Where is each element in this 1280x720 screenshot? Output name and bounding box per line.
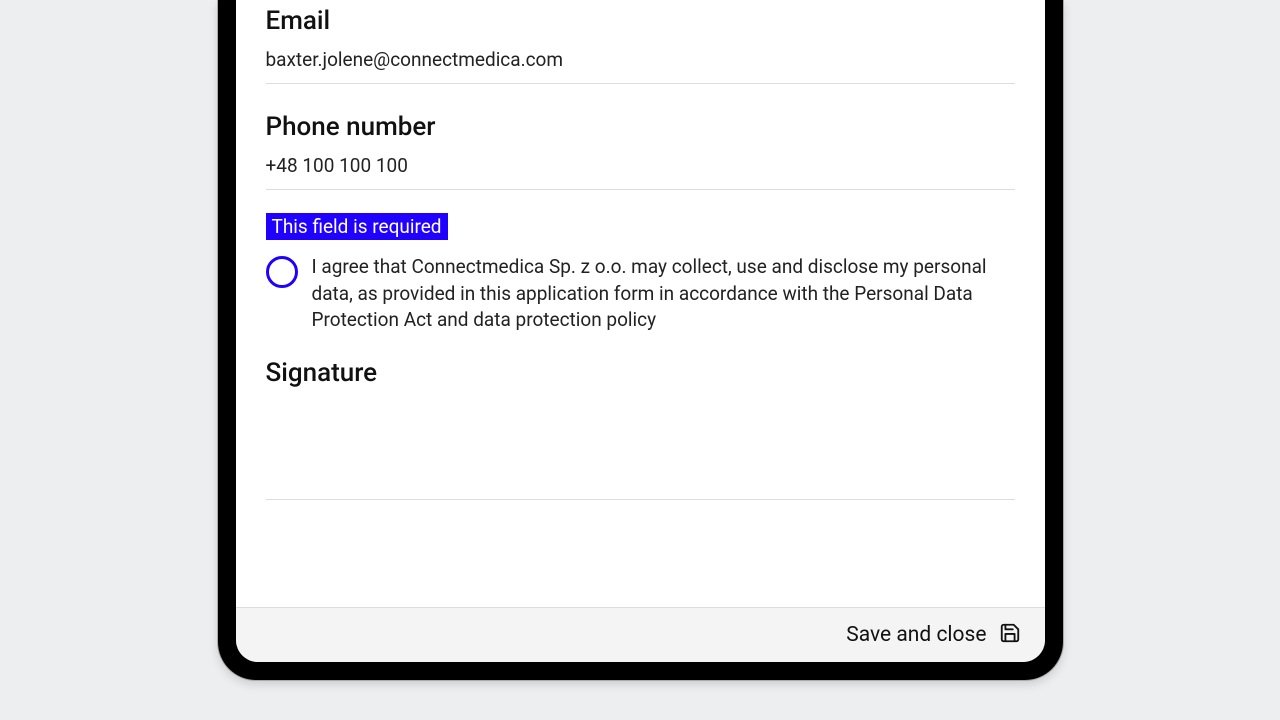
signature-input[interactable] [266, 400, 1015, 500]
consent-radio[interactable] [266, 256, 298, 288]
email-value: baxter.jolene@connectmedica.com [266, 48, 564, 71]
save-icon[interactable] [999, 622, 1021, 648]
required-error-badge: This field is required [266, 213, 448, 240]
footer-bar: Save and close [236, 607, 1045, 662]
field-consent: This field is required I agree that Conn… [266, 218, 1015, 334]
form-content: Email baxter.jolene@connectmedica.com Ph… [236, 0, 1045, 607]
screen: Email baxter.jolene@connectmedica.com Ph… [236, 0, 1045, 662]
field-signature: Signature [266, 358, 1015, 500]
signature-label: Signature [266, 358, 1015, 388]
phone-value: +48 100 100 100 [266, 154, 408, 177]
email-input-row[interactable]: baxter.jolene@connectmedica.com [266, 48, 1015, 84]
tablet-frame: Email baxter.jolene@connectmedica.com Ph… [218, 0, 1063, 680]
email-label: Email [266, 6, 1015, 36]
consent-row[interactable]: I agree that Connectmedica Sp. z o.o. ma… [266, 254, 1015, 334]
save-and-close-button[interactable]: Save and close [846, 623, 986, 647]
field-email: Email baxter.jolene@connectmedica.com [266, 6, 1015, 84]
field-phone: Phone number +48 100 100 100 [266, 112, 1015, 190]
consent-text: I agree that Connectmedica Sp. z o.o. ma… [312, 254, 1015, 334]
phone-input-row[interactable]: +48 100 100 100 [266, 154, 1015, 190]
phone-label: Phone number [266, 112, 1015, 142]
